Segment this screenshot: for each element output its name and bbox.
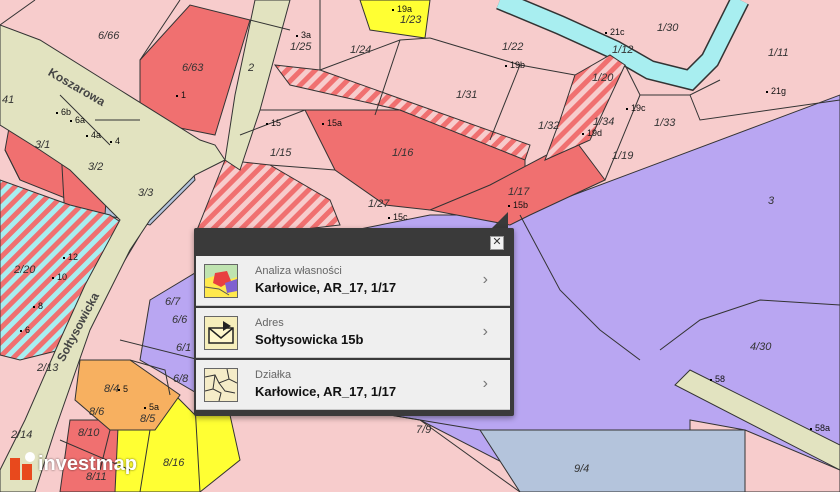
address-point: 6b <box>56 107 71 117</box>
address-point: 15a <box>322 118 342 128</box>
parcel-label: 8/5 <box>140 413 156 425</box>
parcel-label: 4/30 <box>750 341 772 353</box>
address-point: 58a <box>810 423 830 433</box>
address-point: 4a <box>86 130 101 140</box>
address-point: 15c <box>388 212 408 222</box>
parcel-label: 8/6 <box>89 406 105 418</box>
parcel-label: 1/15 <box>270 147 292 159</box>
parcel-label: 1/22 <box>502 41 524 53</box>
address-point: 6 <box>20 325 30 335</box>
address-point: 1 <box>176 90 186 100</box>
parcel-label: 1/30 <box>657 22 679 34</box>
parcel-label: 8/10 <box>78 427 100 439</box>
ownership-analysis-item[interactable]: Analiza własności Karłowice, AR_17, 1/17… <box>196 256 510 306</box>
item-value: Karłowice, AR_17, 1/17 <box>255 280 397 295</box>
envelope-icon <box>204 316 238 350</box>
chevron-right-icon: › <box>482 375 488 392</box>
parcel-label: 2/20 <box>14 264 36 276</box>
parcel-label: 8/4 <box>104 383 120 395</box>
parcel-label: 6/7 <box>165 296 181 308</box>
address-point: 12 <box>63 252 78 262</box>
item-value: Sołtysowicka 15b <box>255 332 364 347</box>
parcel-label: 6/66 <box>98 30 120 42</box>
parcel-map-icon <box>204 368 238 402</box>
parcel-label: 6/8 <box>173 373 189 385</box>
parcel-label: 1/23 <box>400 14 422 26</box>
parcel-label: 3/1 <box>35 139 51 151</box>
parcel-label: 3/2 <box>88 161 104 173</box>
close-icon[interactable]: ✕ <box>490 236 504 250</box>
ownership-map-icon <box>204 264 238 298</box>
address-point: 5 <box>118 384 128 394</box>
parcel-label: 8/16 <box>163 457 185 469</box>
parcel-label: 1/17 <box>508 186 530 198</box>
item-title: Analiza własności <box>255 265 342 277</box>
logo-text: investmap <box>38 453 137 475</box>
popup-pointer <box>492 212 508 228</box>
parcel-label: 1/20 <box>592 72 614 84</box>
chevron-right-icon: › <box>482 271 488 288</box>
address-point: 6a <box>70 115 85 125</box>
address-point: 19a <box>392 4 412 14</box>
parcel-info-popup: ✕ Analiza własności Karłowice, AR_17, 1/… <box>194 228 514 416</box>
parcel-label: 9/4 <box>574 463 590 475</box>
address-point: 19b <box>505 60 525 70</box>
address-point: 19d <box>582 128 602 138</box>
address-point: 21g <box>766 86 786 96</box>
parcel-label: 7/9 <box>416 424 432 436</box>
parcel-label: 6/1 <box>176 342 192 354</box>
parcel-label: 1/19 <box>612 150 634 162</box>
parcel-label: 6/63 <box>182 62 204 74</box>
address-point: 3a <box>296 30 311 40</box>
parcel-label: 3 <box>768 195 775 207</box>
parcel-label: 2/13 <box>37 362 59 374</box>
parcel-label: 1/25 <box>290 41 312 53</box>
address-item[interactable]: Adres Sołtysowicka 15b › <box>196 308 510 358</box>
parcel-label: 1/27 <box>368 198 390 210</box>
address-point: 15 <box>266 118 281 128</box>
parcel-label: 1/16 <box>392 147 414 159</box>
parcel-item[interactable]: Działka Karłowice, AR_17, 1/17 › <box>196 360 510 410</box>
parcel-label: 2 <box>248 62 255 74</box>
parcel-label: 1/12 <box>612 44 634 56</box>
address-point: 58 <box>710 374 725 384</box>
address-point: 5a <box>144 402 159 412</box>
address-point: 15b <box>508 200 528 210</box>
item-title: Adres <box>255 317 284 329</box>
item-value: Karłowice, AR_17, 1/17 <box>255 384 397 399</box>
address-point: 8 <box>33 301 43 311</box>
parcel-label: 1/31 <box>456 89 478 101</box>
parcel-label: 1/32 <box>538 120 560 132</box>
parcel-label: 2/14 <box>11 429 33 441</box>
chevron-right-icon: › <box>482 323 488 340</box>
parcel-label: 6/6 <box>172 314 188 326</box>
address-point: 19c <box>626 103 646 113</box>
parcel-label: 1/34 <box>593 116 615 128</box>
address-point: 21c <box>605 27 625 37</box>
parcel-label: 1/33 <box>654 117 676 129</box>
address-point: 4 <box>110 136 120 146</box>
parcel-label: 1/11 <box>768 47 789 59</box>
address-point: 10 <box>52 272 67 282</box>
parcel-label: 3/3 <box>138 187 154 199</box>
parcel-label: 1/24 <box>350 44 372 56</box>
parcel-label: 41 <box>2 94 15 106</box>
item-title: Działka <box>255 369 292 381</box>
